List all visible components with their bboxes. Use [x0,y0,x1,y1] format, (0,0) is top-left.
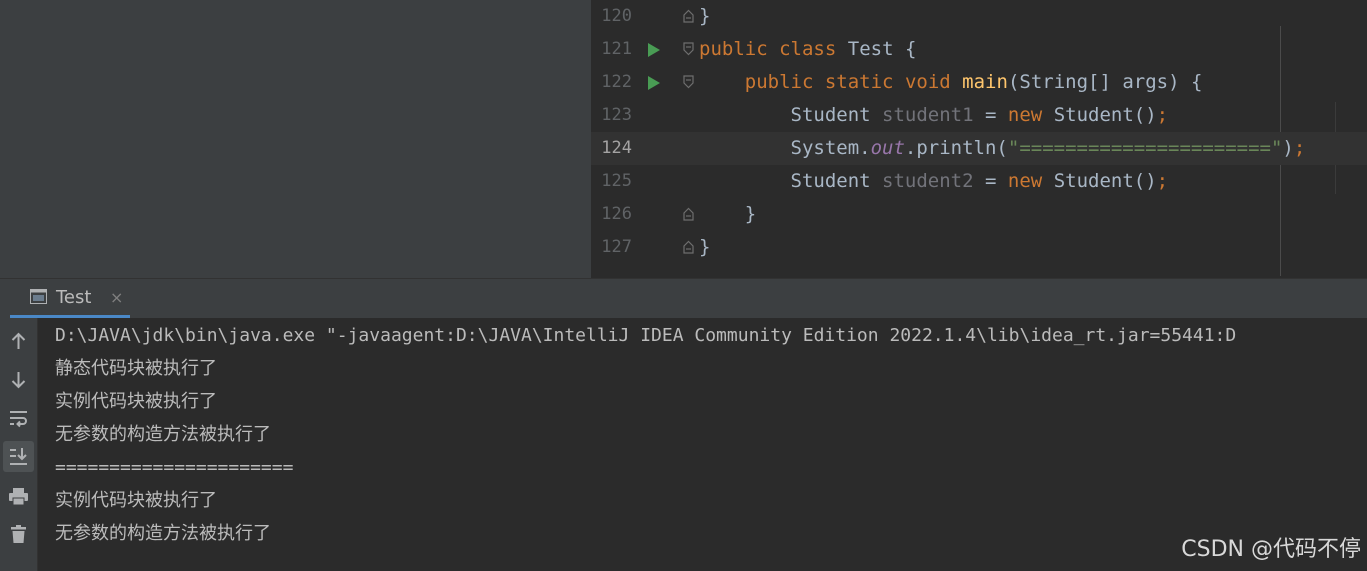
line-number: 120 [601,6,632,26]
line-number: 121 [601,39,632,59]
run-tool-window-header: Test × [0,278,1367,318]
code-line-124[interactable]: 124 System.out.println("================… [591,132,1367,165]
code-text: } [699,5,711,27]
console-output[interactable]: D:\JAVA\jdk\bin\java.exe "-javaagent:D:\… [38,318,1367,571]
code-line-121[interactable]: 121 public class Test { [591,33,1367,66]
code-text: public static void main(String[] args) { [744,71,1203,93]
fold-start-icon[interactable] [683,42,694,56]
line-number: 127 [601,237,632,257]
project-pane [0,0,591,278]
fold-end-icon[interactable] [683,240,694,254]
tab-run-test[interactable]: Test × [10,279,130,318]
line-number: 122 [601,72,632,92]
console-window-icon [30,289,47,304]
console-line: 无参数的构造方法被执行了 [55,523,271,544]
code-text: } [699,236,711,258]
fold-end-icon[interactable] [683,9,694,23]
console-line: 实例代码块被执行了 [55,391,217,412]
soft-wrap-icon[interactable] [3,403,34,434]
code-text: Student student1 = new Student(); [790,104,1169,126]
scroll-to-end-icon[interactable] [3,441,34,472]
code-line-125[interactable]: 125 Student student2 = new Student(); [591,165,1367,198]
fold-start-icon[interactable] [683,75,694,89]
code-line-120[interactable]: 120 } [591,0,1367,33]
run-class-icon[interactable] [648,43,660,57]
code-line-123[interactable]: 123 Student student1 = new Student(); [591,99,1367,132]
line-number: 125 [601,171,632,191]
trash-icon[interactable] [3,519,34,550]
run-toolbar [0,318,38,571]
close-icon[interactable]: × [110,288,123,307]
code-text: Student student2 = new Student(); [790,170,1169,192]
run-main-icon[interactable] [648,76,660,90]
code-editor[interactable]: 120 } 121 public class Test { 122 public… [591,0,1367,278]
code-line-122[interactable]: 122 public static void main(String[] arg… [591,66,1367,99]
code-line-126[interactable]: 126 } [591,198,1367,231]
watermark: CSDN @代码不停 [1181,537,1361,562]
console-line: 实例代码块被执行了 [55,490,217,511]
fold-end-icon[interactable] [683,207,694,221]
code-text: public class Test { [699,38,917,60]
console-line: 静态代码块被执行了 [55,358,217,379]
code-line-127[interactable]: 127 } [591,231,1367,264]
console-line: ====================== [55,457,294,478]
console-line: 无参数的构造方法被执行了 [55,424,271,445]
tab-label: Test [56,287,92,308]
print-icon[interactable] [3,481,34,512]
line-number: 123 [601,105,632,125]
code-text: System.out.println("====================… [790,137,1306,159]
arrow-up-icon[interactable] [3,326,34,357]
console-line-command: D:\JAVA\jdk\bin\java.exe "-javaagent:D:\… [55,325,1237,346]
arrow-down-icon[interactable] [3,364,34,395]
code-text: } [744,203,757,225]
line-number: 124 [601,138,632,158]
line-number: 126 [601,204,632,224]
